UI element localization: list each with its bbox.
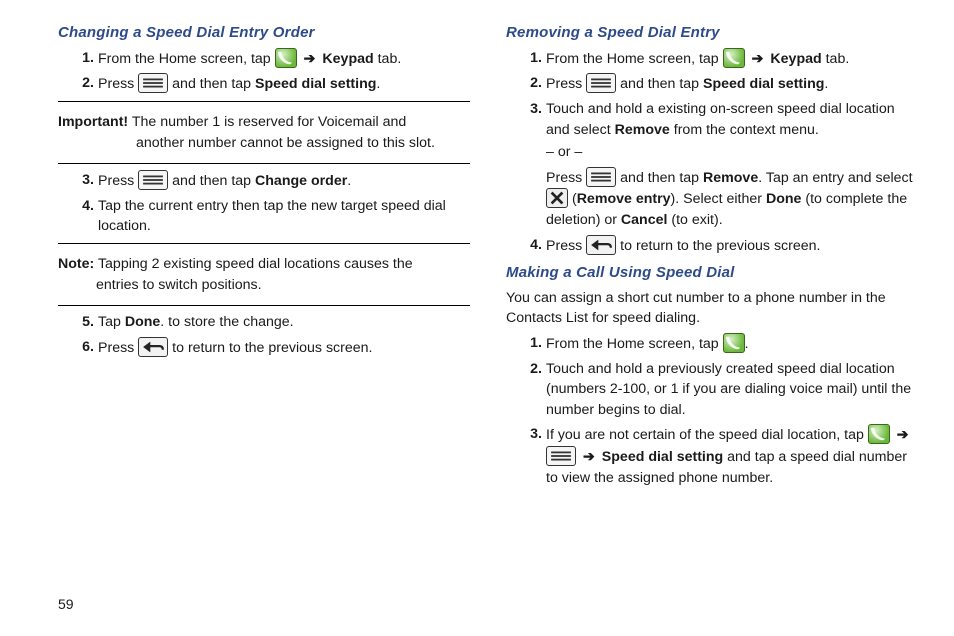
step-item: 6. Press to return to the previous scree… [98,337,470,359]
step-text: and then tap [172,76,255,92]
step-item: 3. Touch and hold a existing on-screen s… [546,99,918,231]
step-text: . [376,76,380,92]
arrow-icon: ➔ [583,447,595,468]
right-column: Removing a Speed Dial Entry 1. From the … [506,20,918,626]
bold-text: Remove [615,122,670,138]
step-item: 1. From the Home screen, tap ➔ Keypad ta… [98,48,470,70]
step-text: Touch and hold a previously created spee… [546,361,911,418]
arrow-icon: ➔ [304,49,316,70]
bold-text: Done [125,314,160,330]
heading-making-call: Making a Call Using Speed Dial [506,262,918,284]
bold-text: Cancel [621,212,668,228]
intro-text: You can assign a short cut number to a p… [506,288,918,329]
step-text: tab. [822,51,850,67]
step-item: 1. From the Home screen, tap . [546,333,918,355]
divider [58,243,470,244]
divider [58,101,470,102]
steps-change-order-cont: 3. Press and then tap Change order. 4. T… [58,170,470,237]
step-text: (to exit). [667,212,722,228]
heading-change-order: Changing a Speed Dial Entry Order [58,22,470,44]
steps-change-order-end: 5. Tap Done. to store the change. 6. Pre… [58,312,470,358]
step-text: Press [546,238,586,254]
step-item: 3. If you are not certain of the speed d… [546,424,918,488]
steps-making-call: 1. From the Home screen, tap . 2. Touch … [506,333,918,488]
bold-text: Speed dial setting [255,76,376,92]
note-text: entries to switch positions. [96,277,262,293]
bold-text: Speed dial setting [703,76,824,92]
menu-icon [546,446,576,466]
step-text: Press [546,76,586,92]
step-text: Press [98,340,138,356]
step-item: 1. From the Home screen, tap ➔ Keypad ta… [546,48,918,70]
step-item: 2. Touch and hold a previously created s… [546,359,918,421]
note-text: another number cannot be assigned to thi… [136,135,435,151]
divider [58,305,470,306]
menu-icon [138,170,168,190]
step-text: Tap [98,314,125,330]
note-label: Note: [58,256,94,272]
menu-icon [586,73,616,93]
step-text: tab. [374,51,402,67]
step-text: If you are not certain of the speed dial… [546,427,868,443]
phone-icon [723,333,745,353]
note-block: Note: Tapping 2 existing speed dial loca… [58,252,470,297]
step-text: From the Home screen, tap [546,336,723,352]
menu-icon [138,73,168,93]
back-icon [138,337,168,357]
manual-page: Changing a Speed Dial Entry Order 1. Fro… [0,0,954,636]
arrow-icon: ➔ [752,49,764,70]
step-text: and then tap [620,76,703,92]
step-text: . [347,173,351,189]
step-item: 2. Press and then tap Speed dial setting… [546,73,918,95]
step-item: 4. Press to return to the previous scree… [546,235,918,257]
bold-text: Done [766,191,801,207]
back-icon [586,235,616,255]
step-text: and then tap [620,170,703,186]
step-item: 5. Tap Done. to store the change. [98,312,470,333]
left-column: Changing a Speed Dial Entry Order 1. Fro… [58,20,470,626]
step-text: ). Select either [671,191,766,207]
note-text: Tapping 2 existing speed dial locations … [94,256,412,272]
step-text: and then tap [172,173,255,189]
bold-text: Change order [255,173,347,189]
note-text: The number 1 is reserved for Voicemail a… [128,114,406,130]
step-item: 2. Press and then tap Speed dial setting… [98,73,470,95]
step-item: 3. Press and then tap Change order. [98,170,470,192]
step-item: 4. Tap the current entry then tap the ne… [98,196,470,237]
important-label: Important! [58,114,128,130]
divider [58,163,470,164]
close-icon [546,188,568,208]
bold-text: Remove entry [577,191,671,207]
bold-text: Speed dial setting [602,449,723,465]
step-text: Tap the current entry then tap the new t… [98,198,446,235]
steps-change-order: 1. From the Home screen, tap ➔ Keypad ta… [58,48,470,95]
step-text: . to store the change. [160,314,293,330]
phone-icon [868,424,890,444]
steps-remove-entry: 1. From the Home screen, tap ➔ Keypad ta… [506,48,918,256]
phone-icon [275,48,297,68]
phone-icon [723,48,745,68]
arrow-icon: ➔ [897,425,909,446]
important-note: Important! The number 1 is reserved for … [58,110,470,155]
bold-text: Keypad [770,51,821,67]
step-text: . [824,76,828,92]
step-text: Press [546,170,586,186]
step-text: from the context menu. [670,122,819,138]
step-text: . Tap an entry and select [758,170,912,186]
step-text: From the Home screen, tap [98,51,275,67]
step-text: Press [98,173,138,189]
step-text: to return to the previous screen. [620,238,820,254]
step-text: Press [98,76,138,92]
page-number: 59 [58,596,74,612]
step-text: to return to the previous screen. [172,340,372,356]
menu-icon [586,167,616,187]
step-text: and tap a speed dial number to view the … [546,449,907,486]
step-text: . [745,336,749,352]
bold-text: Keypad [322,51,373,67]
step-text: From the Home screen, tap [546,51,723,67]
bold-text: Remove [703,170,758,186]
heading-remove-entry: Removing a Speed Dial Entry [506,22,918,44]
or-line: – or – [546,142,918,163]
